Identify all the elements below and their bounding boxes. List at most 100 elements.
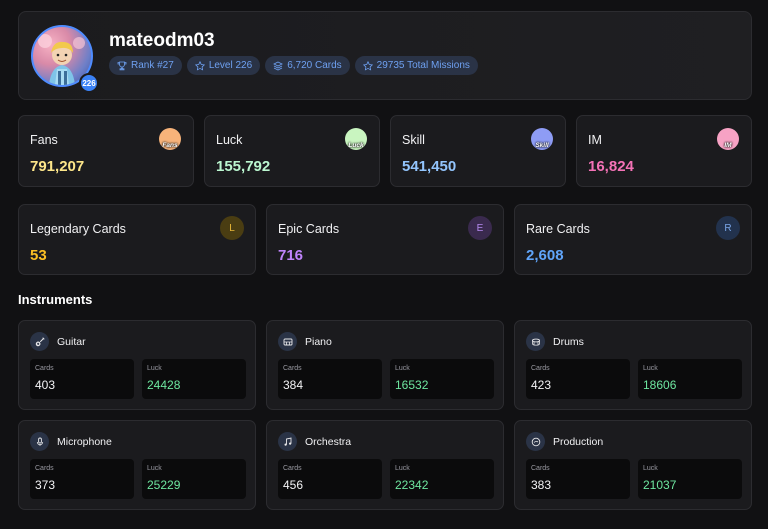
- skill-icon: Skill: [531, 128, 553, 150]
- luck-label: Luck: [643, 465, 658, 472]
- instrument-cards-box: Cards 423: [526, 359, 630, 399]
- instrument-luck-box: Luck 24428: [142, 359, 246, 399]
- instrument-cards-box: Cards 384: [278, 359, 382, 399]
- cards-value: 384: [283, 378, 304, 392]
- cards-label: Cards: [531, 465, 550, 472]
- instrument-name: Orchestra: [305, 435, 352, 448]
- instrument-name: Production: [553, 435, 604, 448]
- im-icon: IM: [717, 128, 739, 150]
- instrument-cards-box: Cards 403: [30, 359, 134, 399]
- microphone-icon: [30, 432, 49, 451]
- rarity-card-epic: Epic Cards 716 E: [266, 204, 504, 275]
- stat-label: Fans: [30, 133, 58, 147]
- rank-chip-label: Rank #27: [131, 60, 174, 71]
- instrument-card-orchestra: Orchestra Cards 456 Luck 22342: [266, 420, 504, 510]
- trophy-icon: [117, 61, 127, 70]
- instrument-cards-box: Cards 373: [30, 459, 134, 499]
- stat-value: 541,450: [402, 158, 457, 175]
- luck-value: 16532: [395, 378, 429, 392]
- cards-value: 423: [531, 378, 552, 392]
- cards-label: Cards: [283, 365, 302, 372]
- rarity-value: 716: [278, 247, 304, 264]
- stat-card-im: IM 16,824 IM: [576, 115, 752, 187]
- stat-value: 155,792: [216, 158, 271, 175]
- stat-card-fans: Fans 791,207 Fans: [18, 115, 194, 187]
- luck-value: 22342: [395, 478, 429, 492]
- cards-value: 403: [35, 378, 56, 392]
- username: mateodm03: [109, 30, 215, 51]
- piano-icon: [278, 332, 297, 351]
- instrument-name: Microphone: [57, 435, 112, 448]
- instrument-luck-box: Luck 22342: [390, 459, 494, 499]
- star-icon: [194, 60, 205, 71]
- stat-label: Skill: [402, 133, 425, 147]
- stat-value: 791,207: [30, 158, 85, 175]
- rarity-label: Epic Cards: [278, 222, 340, 236]
- star-icon: [362, 60, 373, 71]
- rarity-label: Rare Cards: [526, 222, 590, 236]
- epic-badge: E: [468, 216, 492, 240]
- layers-icon: [273, 61, 284, 70]
- cards-chip: 6,720 Cards: [265, 56, 350, 75]
- rarity-card-legendary: Legendary Cards 53 L: [18, 204, 256, 275]
- rarity-value: 2,608: [526, 247, 564, 264]
- instrument-name: Drums: [553, 335, 584, 348]
- stat-card-skill: Skill 541,450 Skill: [390, 115, 566, 187]
- instrument-luck-box: Luck 21037: [638, 459, 742, 499]
- profile-chips: Rank #27 Level 226 6,720 Cards 29735 Tot…: [109, 56, 478, 75]
- stat-label: IM: [588, 133, 602, 147]
- luck-label: Luck: [395, 465, 410, 472]
- luck-label: Luck: [395, 365, 410, 372]
- instrument-card-guitar: Guitar Cards 403 Luck 24428: [18, 320, 256, 410]
- avatar[interactable]: 226: [31, 25, 99, 93]
- luck-value: 21037: [643, 478, 677, 492]
- cards-value: 456: [283, 478, 304, 492]
- luck-value: 25229: [147, 478, 181, 492]
- luck-value: 18606: [643, 378, 677, 392]
- level-chip: Level 226: [186, 56, 261, 75]
- instrument-luck-box: Luck 25229: [142, 459, 246, 499]
- stat-card-luck: Luck 155,792 Luck: [204, 115, 380, 187]
- luck-label: Luck: [643, 365, 658, 372]
- cards-label: Cards: [283, 465, 302, 472]
- cards-chip-label: 6,720 Cards: [287, 60, 342, 71]
- disc-icon: [526, 432, 545, 451]
- level-chip-label: Level 226: [208, 60, 253, 71]
- drums-icon: [526, 332, 545, 351]
- fans-icon: Fans: [159, 128, 181, 150]
- instrument-card-piano: Piano Cards 384 Luck 16532: [266, 320, 504, 410]
- instrument-name: Piano: [305, 335, 332, 348]
- profile-header: 226 mateodm03 Rank #27 Level 226 6,720 C…: [18, 11, 752, 100]
- rarity-card-rare: Rare Cards 2,608 R: [514, 204, 752, 275]
- legendary-badge: L: [220, 216, 244, 240]
- instrument-cards-box: Cards 383: [526, 459, 630, 499]
- guitar-icon: [30, 332, 49, 351]
- cards-label: Cards: [35, 365, 54, 372]
- instrument-name: Guitar: [57, 335, 86, 348]
- music-note-icon: [278, 432, 297, 451]
- luck-label: Luck: [147, 365, 162, 372]
- instrument-luck-box: Luck 16532: [390, 359, 494, 399]
- stat-value: 16,824: [588, 158, 634, 175]
- cards-value: 383: [531, 478, 552, 492]
- level-badge: 226: [79, 73, 99, 93]
- cards-value: 373: [35, 478, 56, 492]
- instrument-card-production: Production Cards 383 Luck 21037: [514, 420, 752, 510]
- instrument-luck-box: Luck 18606: [638, 359, 742, 399]
- instrument-card-microphone: Microphone Cards 373 Luck 25229: [18, 420, 256, 510]
- rank-chip: Rank #27: [109, 56, 182, 75]
- luck-label: Luck: [147, 465, 162, 472]
- instrument-cards-box: Cards 456: [278, 459, 382, 499]
- cards-label: Cards: [35, 465, 54, 472]
- rarity-label: Legendary Cards: [30, 222, 126, 236]
- rarity-value: 53: [30, 247, 47, 264]
- missions-chip-label: 29735 Total Missions: [376, 60, 470, 71]
- luck-value: 24428: [147, 378, 181, 392]
- instrument-card-drums: Drums Cards 423 Luck 18606: [514, 320, 752, 410]
- cards-label: Cards: [531, 365, 550, 372]
- missions-chip: 29735 Total Missions: [354, 56, 478, 75]
- luck-icon: Luck: [345, 128, 367, 150]
- rare-badge: R: [716, 216, 740, 240]
- instruments-heading: Instruments: [18, 292, 93, 307]
- stat-label: Luck: [216, 133, 243, 147]
